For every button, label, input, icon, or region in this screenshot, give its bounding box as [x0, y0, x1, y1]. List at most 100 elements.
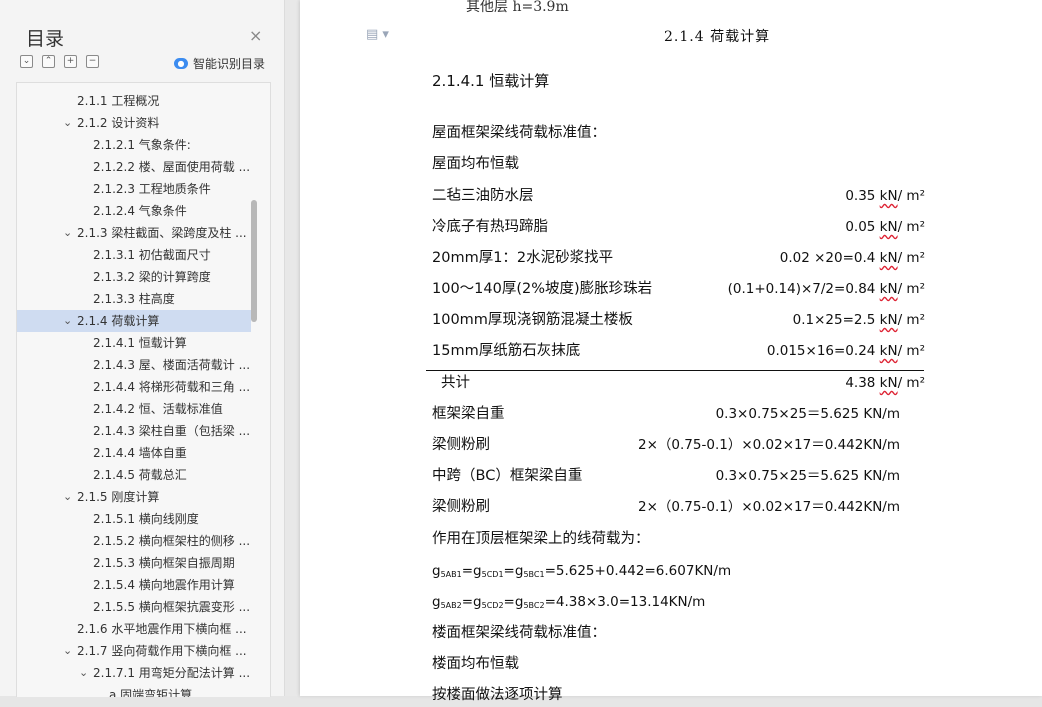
smart-toc-button[interactable]: ● 智能识别目录	[174, 55, 265, 72]
toc-item[interactable]: ⌄ 2.1.2 设计资料	[17, 112, 251, 134]
toc-item-label: 2.1.3.1 初估截面尺寸	[93, 248, 211, 262]
toc-item[interactable]: 2.1.6 水平地震作用下横向框 ...	[17, 618, 251, 640]
partial-line-bottom: 按楼面做法逐项计算	[432, 687, 563, 703]
load-row-label: 二毡三油防水层	[432, 188, 534, 204]
toc-item[interactable]: 2.1.3.1 初估截面尺寸	[17, 244, 251, 266]
toc-item[interactable]: 2.1.4.1 恒载计算	[17, 332, 251, 354]
load-row-value: 0.02 ×20=0.4 kN/ m²	[779, 250, 925, 266]
floor-title: 楼面框架梁线荷载标准值：	[432, 625, 606, 641]
toc-item[interactable]: 2.1.2.4 气象条件	[17, 200, 251, 222]
toc-item[interactable]: 2.1.5.4 横向地震作用计算	[17, 574, 251, 596]
toc-item-label: 2.1.1 工程概况	[77, 94, 160, 108]
toc-item-label: 2.1.7.1 用弯矩分配法计算 ...	[93, 666, 251, 680]
toc-item[interactable]: 2.1.4.3 梁柱自重（包括梁 ...	[17, 420, 251, 442]
beam-row-value: 2×（0.75-0.1）×0.02×17＝0.442KN/m	[638, 499, 900, 515]
beam-row-value: 0.3×0.75×25＝5.625 KN/m	[715, 468, 900, 484]
toc-item[interactable]: 2.1.5.2 横向框架柱的侧移 ...	[17, 530, 251, 552]
toc-item[interactable]: 2.1.2.1 气象条件:	[17, 134, 251, 156]
load-row-value: 0.015×16=0.24 kN/ m²	[766, 343, 925, 359]
toc-item[interactable]: 2.1.5.3 横向框架自振周期	[17, 552, 251, 574]
toc-item-label: a.固端弯矩计算	[109, 688, 193, 697]
toc-item[interactable]: 2.1.5.1 横向线刚度	[17, 508, 251, 530]
smart-toc-label: 智能识别目录	[193, 57, 266, 71]
remove-heading-button[interactable]: −	[86, 55, 99, 68]
partial-line-top: 其他层 h=3.9m	[466, 0, 569, 15]
toc-item-label: 2.1.5.4 横向地震作用计算	[93, 578, 235, 592]
load-row-value: (0.1+0.14)×7/2=0.84 kN/ m²	[727, 281, 925, 297]
toc-item[interactable]: a.固端弯矩计算	[17, 684, 251, 697]
roof-title: 屋面框架梁线荷载标准值：	[432, 125, 606, 141]
chevron-down-icon[interactable]: ⌄	[63, 222, 72, 244]
add-heading-button[interactable]: +	[64, 55, 77, 68]
chevron-down-icon[interactable]: ⌄	[63, 486, 72, 508]
toc-item[interactable]: 2.1.4.5 荷载总汇	[17, 464, 251, 486]
beam-row-label: 梁侧粉刷	[432, 437, 490, 453]
toc-item[interactable]: ⌄ 2.1.4 荷载计算	[17, 310, 251, 332]
section-heading: 2.1.4 荷载计算	[664, 29, 771, 45]
toc-item[interactable]: ⌄ 2.1.5 刚度计算	[17, 486, 251, 508]
total-value: 4.38 kN/ m²	[845, 375, 925, 391]
chevron-down-icon[interactable]: ⌄	[79, 662, 88, 684]
document-page: ▤ ▾ 其他层 h=3.9m 2.1.4 荷载计算 2.1.4.1 恒载计算 屋…	[300, 0, 1042, 703]
chevron-down-icon[interactable]: ⌄	[63, 640, 72, 662]
close-icon[interactable]: ×	[249, 26, 262, 45]
expand-all-button[interactable]: ⌃	[42, 55, 55, 68]
toc-item[interactable]: 2.1.2.3 工程地质条件	[17, 178, 251, 200]
toc-item-label: 2.1.3.3 柱高度	[93, 292, 175, 306]
toc-item-label: 2.1.5 刚度计算	[77, 490, 160, 504]
toc-item[interactable]: ⌄ 2.1.3 梁柱截面、梁跨度及柱 ...	[17, 222, 251, 244]
load-row-value: 0.05 kN/ m²	[845, 219, 925, 235]
toc-item[interactable]: ⌄ 2.1.7 竖向荷载作用下横向框 ...	[17, 640, 251, 662]
load-row-value: 0.1×25=2.5 kN/ m²	[792, 312, 925, 328]
collapse-all-button[interactable]: ⌄	[20, 55, 33, 68]
load-row-label: 100～140厚(2%坡度)膨胀珍珠岩	[432, 281, 653, 297]
toc-item-label: 2.1.2.3 工程地质条件	[93, 182, 211, 196]
toc-toolbar: ⌄ ⌃ + −	[20, 55, 99, 68]
toc-item[interactable]: 2.1.2.2 楼、屋面使用荷载 ...	[17, 156, 251, 178]
toc-item-label: 2.1.4.2 恒、活载标准值	[93, 402, 223, 416]
chevron-down-icon[interactable]: ⌄	[63, 112, 72, 134]
beam-row-label: 框架梁自重	[432, 406, 505, 422]
toc-item-label: 2.1.4 荷载计算	[77, 314, 160, 328]
toc-item-label: 2.1.2.4 气象条件	[93, 204, 187, 218]
load-row-value: 0.35 kN/ m²	[845, 188, 925, 204]
toc-item-label: 2.1.6 水平地震作用下横向框 ...	[77, 622, 247, 636]
roof-uniform-label: 屋面均布恒载	[432, 156, 519, 172]
chevron-down-icon[interactable]: ⌄	[63, 310, 72, 332]
toc-item-label: 2.1.4.5 荷载总汇	[93, 468, 187, 482]
toc-item[interactable]: 2.1.4.3 屋、楼面活荷载计 ...	[17, 354, 251, 376]
toc-item-label: 2.1.4.3 梁柱自重（包括梁 ...	[93, 424, 251, 438]
document-icon[interactable]: ▤ ▾	[366, 27, 389, 42]
toc-item-label: 2.1.5.1 横向线刚度	[93, 512, 199, 526]
cloud-ai-icon: ●	[174, 58, 188, 69]
toc-item[interactable]: 2.1.1 工程概况	[17, 90, 251, 112]
floor-uniform-label: 楼面均布恒载	[432, 656, 519, 672]
formula-1: g5AB1=g5CD1=g5BC1=5.625+0.442=6.607KN/m	[432, 563, 732, 579]
toc-item[interactable]: 2.1.5.5 横向框架抗震变形 ...	[17, 596, 251, 618]
toc-sidebar: 目录 × ⌄ ⌃ + − ● 智能识别目录 2.1.1 工程概况 ⌄ 2.1.2 设…	[0, 0, 285, 697]
sidebar-title: 目录	[26, 28, 65, 50]
beam-row-label: 梁侧粉刷	[432, 499, 490, 515]
toc-item[interactable]: 2.1.4.4 墙体自重	[17, 442, 251, 464]
toc-scrollbar[interactable]	[251, 200, 257, 322]
toc-item-label: 2.1.4.3 屋、楼面活荷载计 ...	[93, 358, 251, 372]
subsection-heading: 2.1.4.1 恒载计算	[432, 72, 550, 90]
toc-item-label: 2.1.3.2 梁的计算跨度	[93, 270, 211, 284]
beam-row-value: 2×（0.75-0.1）×0.02×17＝0.442KN/m	[638, 437, 900, 453]
toc-item-label: 2.1.2.1 气象条件:	[93, 138, 191, 152]
toc-item-label: 2.1.7 竖向荷载作用下横向框 ...	[77, 644, 247, 658]
toc-item-label: 2.1.5.3 横向框架自振周期	[93, 556, 235, 570]
toc-item[interactable]: 2.1.3.2 梁的计算跨度	[17, 266, 251, 288]
toc-item-label: 2.1.5.2 横向框架柱的侧移 ...	[93, 534, 251, 548]
toc-item[interactable]: 2.1.3.3 柱高度	[17, 288, 251, 310]
load-row-label: 15mm厚纸筋石灰抹底	[432, 343, 581, 359]
toc-item[interactable]: 2.1.4.4 将梯形荷载和三角 ...	[17, 376, 251, 398]
toc-item[interactable]: 2.1.4.2 恒、活载标准值	[17, 398, 251, 420]
toc-item-label: 2.1.4.4 墙体自重	[93, 446, 187, 460]
toc-item[interactable]: ⌄ 2.1.7.1 用弯矩分配法计算 ...	[17, 662, 251, 684]
load-row-label: 冷底子有热玛蹄脂	[432, 219, 548, 235]
toc-item-label: 2.1.4.4 将梯形荷载和三角 ...	[93, 380, 251, 394]
top-line-title: 作用在顶层框架梁上的线荷载为：	[432, 531, 650, 547]
total-label: 共计	[441, 375, 470, 391]
toc-item-label: 2.1.5.5 横向框架抗震变形 ...	[93, 600, 251, 614]
